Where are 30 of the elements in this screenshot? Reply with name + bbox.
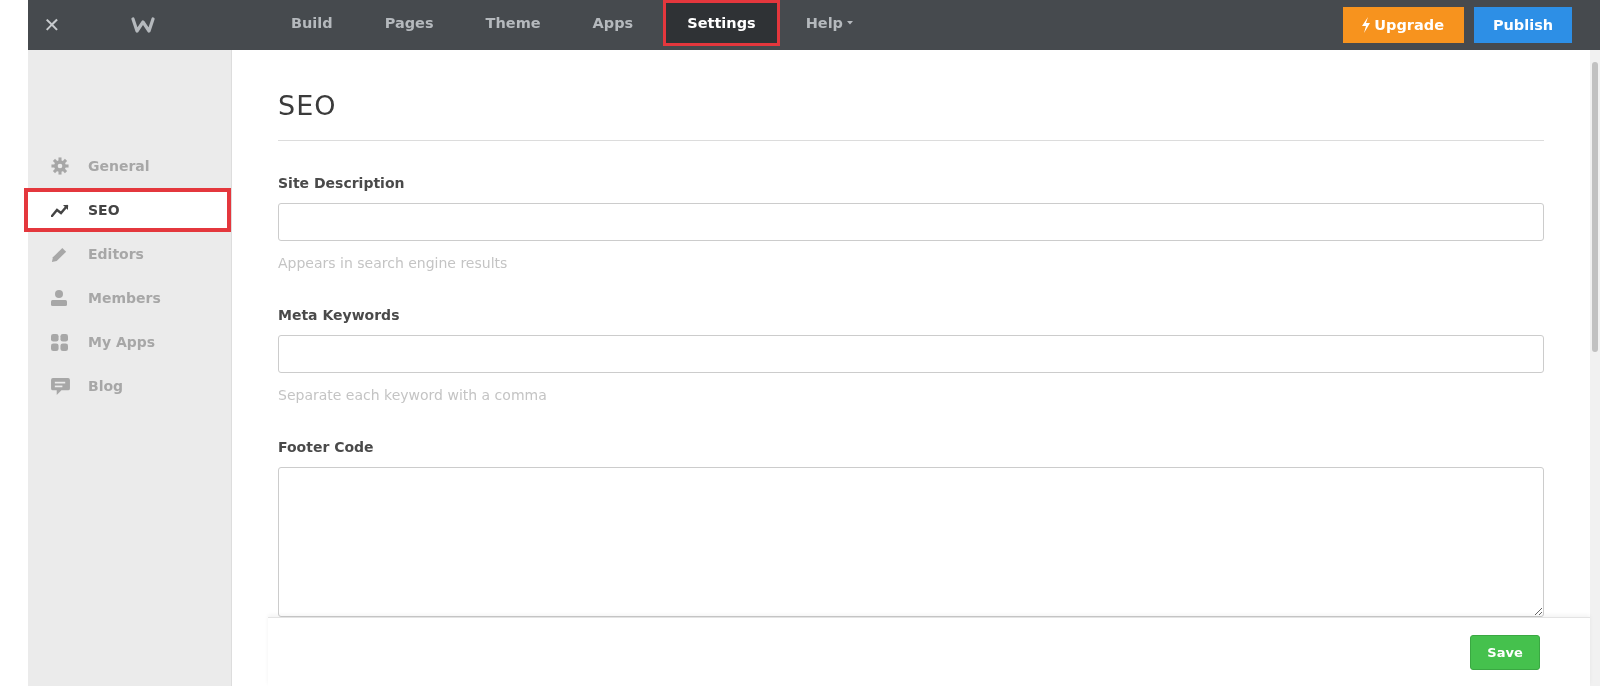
trend-line-icon <box>51 203 69 217</box>
person-icon <box>51 289 67 307</box>
nav-tab[interactable]: Apps <box>566 0 660 46</box>
text-input[interactable] <box>278 203 1544 241</box>
page-title: SEO <box>278 90 338 123</box>
pencil-icon <box>51 245 68 263</box>
nav-tab[interactable]: Help <box>779 0 879 46</box>
upgrade-button[interactable]: Upgrade <box>1343 7 1464 43</box>
w-logo-icon[interactable] <box>131 16 155 34</box>
publish-button[interactable]: Publish <box>1474 7 1572 43</box>
close-button[interactable]: ✕ <box>29 13 75 37</box>
scrollbar-thumb[interactable] <box>1592 62 1598 352</box>
nav-tab[interactable]: Pages <box>358 0 460 46</box>
save-button[interactable]: Save <box>1470 634 1540 670</box>
gear-icon <box>51 157 69 175</box>
nav-tab[interactable]: Theme <box>459 0 567 46</box>
scrollbar[interactable] <box>1590 50 1600 686</box>
nav-tab[interactable]: Settings <box>663 0 780 46</box>
sidebar-item[interactable]: SEO <box>24 188 231 232</box>
field-label: Site Description <box>278 175 406 191</box>
field-hint: Appears in search engine results <box>278 255 509 271</box>
text-input[interactable] <box>278 335 1544 373</box>
field-label: Meta Keywords <box>278 307 401 323</box>
grid-icon <box>51 333 68 351</box>
field-hint: Separate each keyword with a comma <box>278 387 548 403</box>
field-label: Footer Code <box>278 439 375 455</box>
comment-icon <box>51 377 70 395</box>
lightning-icon <box>1361 17 1372 33</box>
nav-tab[interactable]: Build <box>265 0 359 46</box>
code-textarea[interactable] <box>278 467 1544 617</box>
